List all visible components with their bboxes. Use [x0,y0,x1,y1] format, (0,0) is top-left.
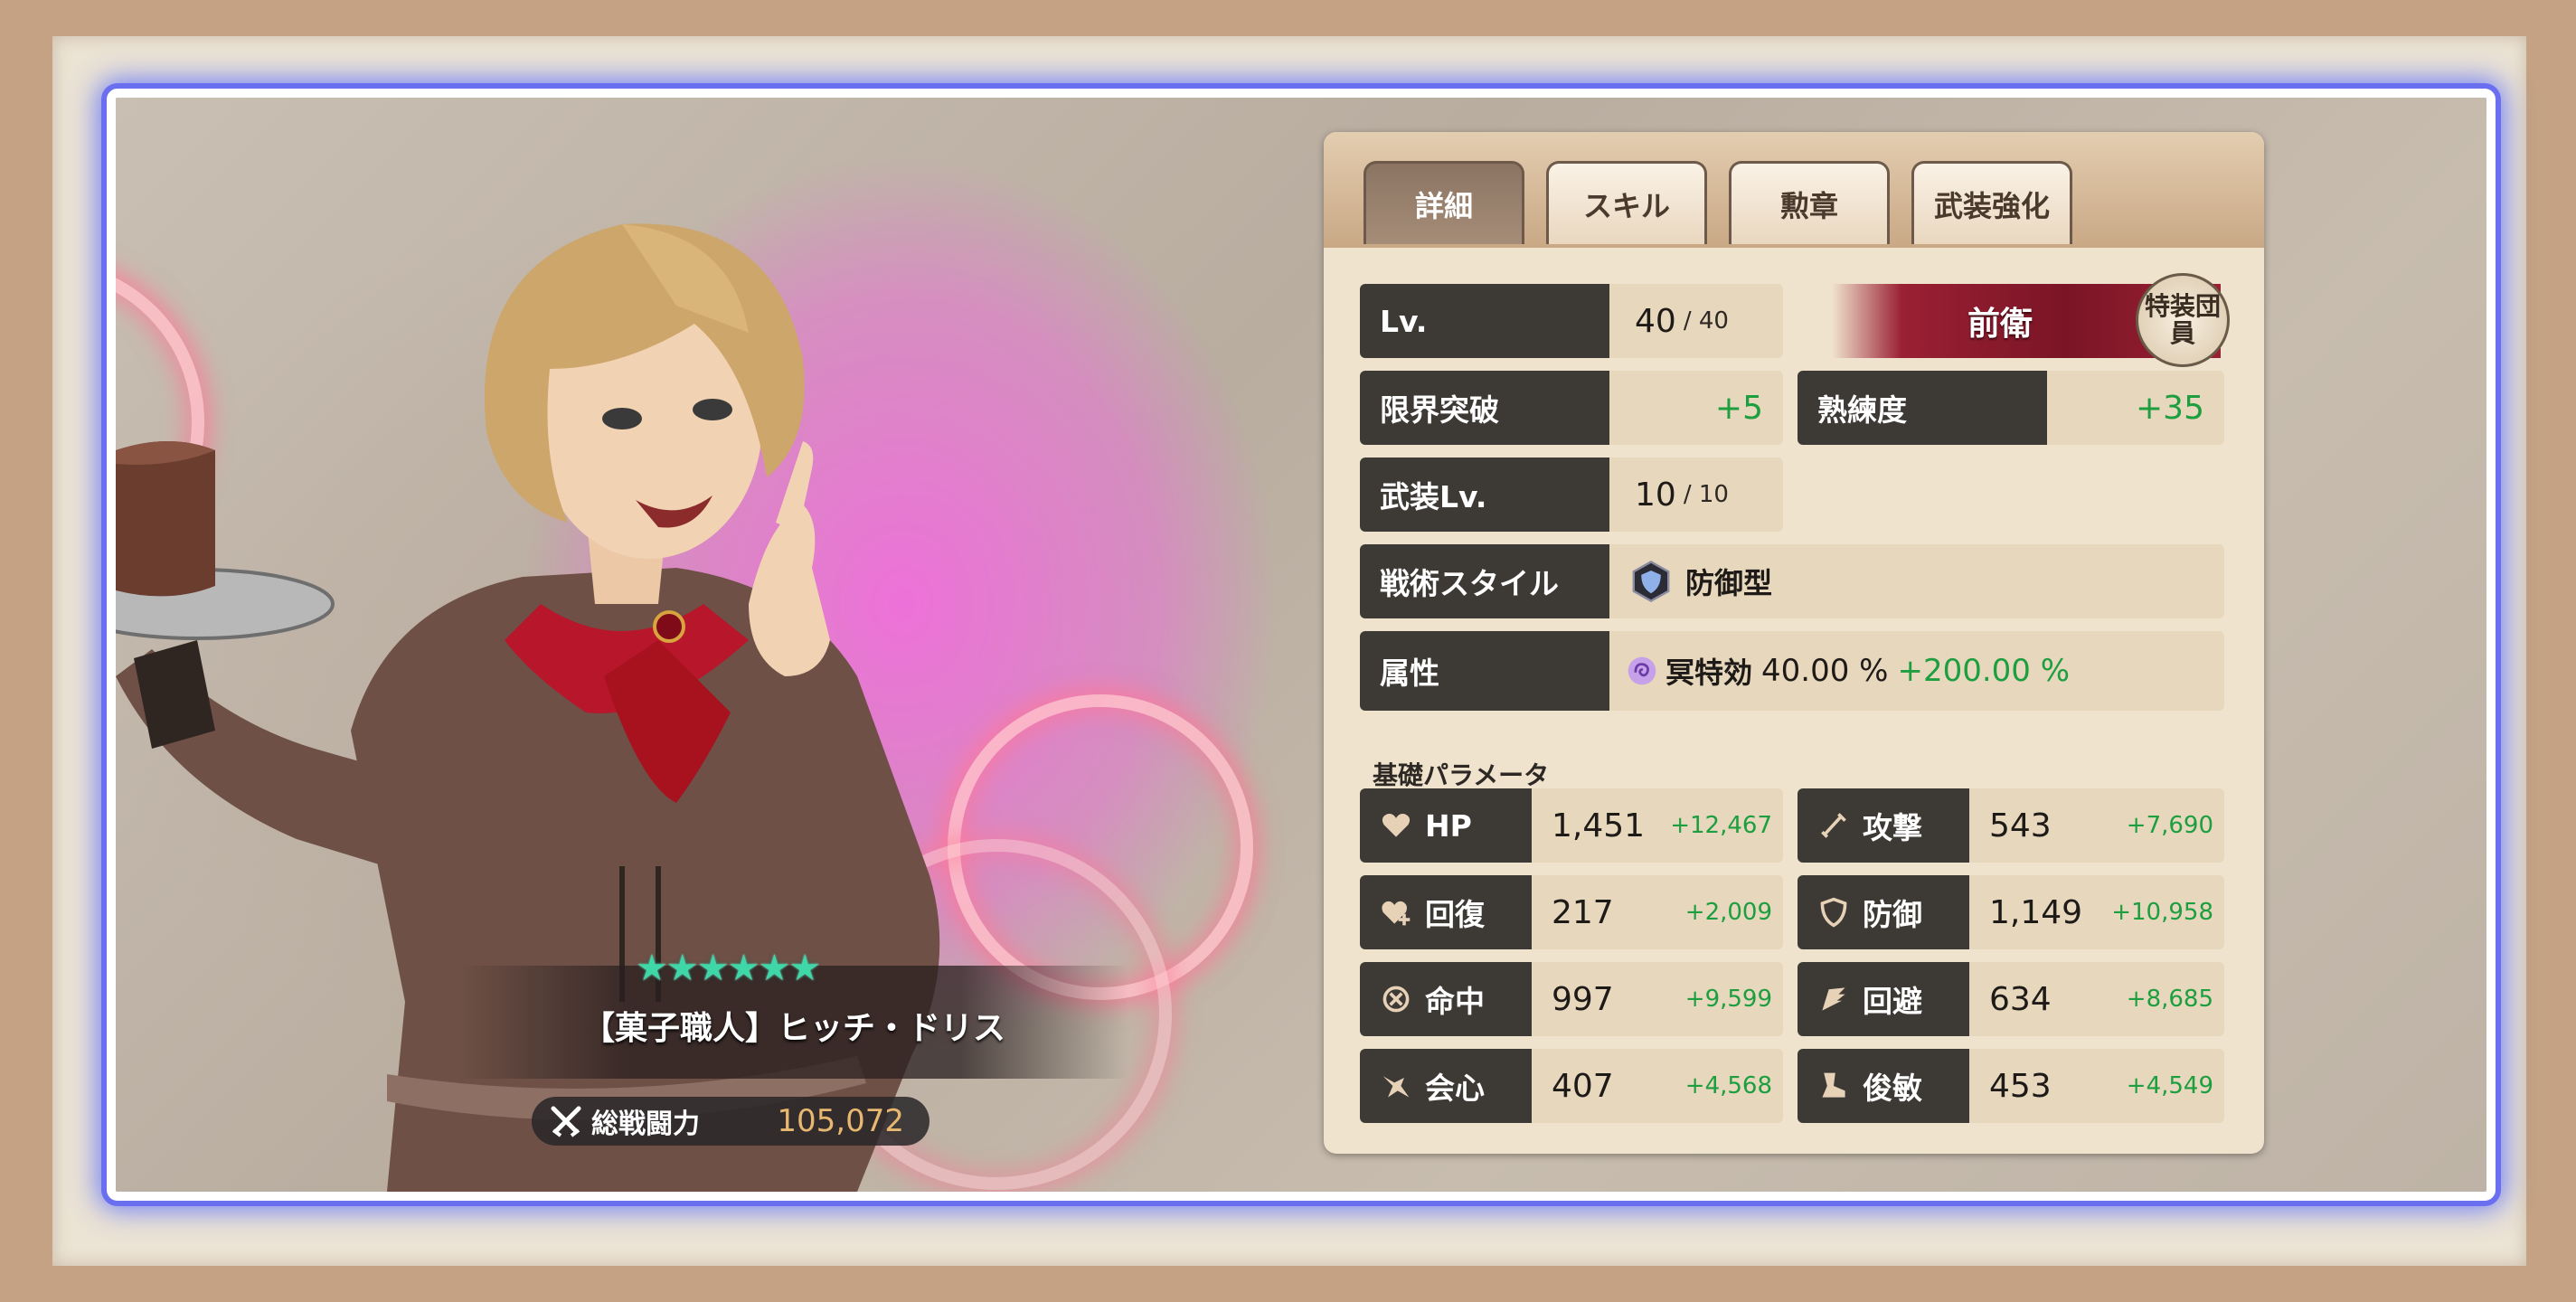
attribute-bonus: +200.00 % [1897,653,2071,689]
param-label: 攻撃 [1863,810,1922,845]
limit-break-row: 限界突破 +5 [1360,371,1783,445]
param-agility: 俊敏 453 +4,549 [1798,1049,2224,1123]
param-defense: 防御 1,149 +10,958 [1798,875,2224,949]
tab-skills[interactable]: スキル [1546,161,1707,244]
param-label: 俊敏 [1863,1071,1922,1106]
heart-plus-icon [1382,901,1411,926]
level-label: Lv. [1360,284,1609,358]
attribute-value: 40.00 % [1761,653,1889,689]
param-value: 997 [1552,980,1614,1018]
param-label: 命中 [1425,984,1485,1019]
param-bonus: +4,568 [1684,1072,1772,1099]
param-value: 407 [1552,1067,1614,1105]
tactical-style-row: 戦術スタイル 防御型 [1360,544,2224,618]
tactical-style-label: 戦術スタイル [1360,544,1609,618]
crossed-swords-icon [551,1106,581,1137]
rarity-stars: ★★★★★★ [636,948,821,989]
tab-medals[interactable]: 勲章 [1729,161,1890,244]
attribute-label: 属性 [1360,631,1609,711]
limit-break-value-box: +5 [1609,371,1783,445]
heart-icon [1382,814,1411,837]
wing-icon [1822,987,1845,1011]
proficiency-value: +35 [2136,389,2204,427]
param-evasion: 回避 634 +8,685 [1798,962,2224,1036]
level-max: / 40 [1683,307,1729,335]
arms-level-max: / 10 [1683,481,1729,508]
tactical-style-value-box: 防御型 [1609,544,2224,618]
proficiency-row: 熟練度 +35 [1798,371,2224,445]
critical-icon [1382,1076,1410,1098]
tactical-style-value: 防御型 [1685,566,1773,600]
status-panel: 詳細 スキル 勲章 武装強化 Lv. 40 / 40 前衛 特装団員 限界突破 … [1324,132,2264,1154]
level-row: Lv. 40 / 40 [1360,284,1783,358]
param-value: 1,451 [1552,807,1646,844]
param-value: 453 [1989,1067,2052,1105]
total-power-value: 105,072 [777,1103,904,1139]
arms-level-label: 武装Lv. [1360,458,1609,532]
level-value-box: 40 / 40 [1609,284,1783,358]
param-bonus: +9,599 [1684,986,1772,1013]
attribute-name: 冥特効 [1665,656,1753,690]
param-bonus: +7,690 [2126,812,2213,839]
level-value: 40 [1635,302,1676,340]
param-recovery: 回復 217 +2,009 [1360,875,1783,949]
total-power-label: 総戦闘力 [591,1109,700,1140]
arms-level-row: 武装Lv. 10 / 10 [1360,458,1783,532]
param-value: 1,149 [1989,893,2083,931]
tab-details[interactable]: 詳細 [1363,161,1524,244]
crosshair-icon [1382,986,1410,1013]
limit-break-label: 限界突破 [1360,371,1609,445]
arms-level-value-box: 10 / 10 [1609,458,1783,532]
sword-icon [1821,813,1846,838]
limit-break-value: +5 [1714,389,1763,427]
special-member-badge: 特装団員 [2136,273,2230,367]
param-accuracy: 命中 997 +9,599 [1360,962,1783,1036]
param-label: 会心 [1425,1071,1485,1106]
defense-type-icon [1632,561,1670,602]
position-label: 前衛 [1967,306,2033,343]
param-value: 543 [1989,807,2052,844]
param-bonus: +8,685 [2126,986,2213,1013]
character-detail-frame: ★★★★★★ 【菓子職人】ヒッチ・ドリス 総戦闘力 105,072 詳細 スキル… [107,89,2496,1201]
param-label: 防御 [1863,897,1922,932]
param-critical: 会心 407 +4,568 [1360,1049,1783,1123]
arms-level-value: 10 [1635,476,1676,514]
base-params-title: 基礎パラメータ [1373,760,1550,790]
param-value: 217 [1552,893,1614,931]
proficiency-value-box: +35 [2047,371,2224,445]
proficiency-label: 熟練度 [1798,371,2047,445]
param-label: 回復 [1425,897,1485,932]
param-label: HP [1425,807,1472,844]
shield-icon [1820,897,1847,928]
swirl-icon [1628,656,1656,685]
attribute-row: 属性 冥特効 40.00 % +200.00 % [1360,631,2224,711]
param-bonus: +2,009 [1684,899,1772,926]
param-hp: HP 1,451 +12,467 [1360,788,1783,863]
param-bonus: +12,467 [1670,812,1772,839]
param-bonus: +4,549 [2126,1072,2213,1099]
param-bonus: +10,958 [2111,899,2213,926]
tab-arms-upgrade[interactable]: 武装強化 [1911,161,2072,244]
total-power-pill: 総戦闘力 105,072 [532,1097,929,1146]
attribute-value-box: 冥特効 40.00 % +200.00 % [1609,631,2224,711]
param-value: 634 [1989,980,2052,1018]
param-label: 回避 [1863,984,1922,1019]
boot-icon [1822,1072,1845,1098]
character-name: 【菓子職人】ヒッチ・ドリス [581,1010,1005,1047]
param-attack: 攻撃 543 +7,690 [1798,788,2224,863]
